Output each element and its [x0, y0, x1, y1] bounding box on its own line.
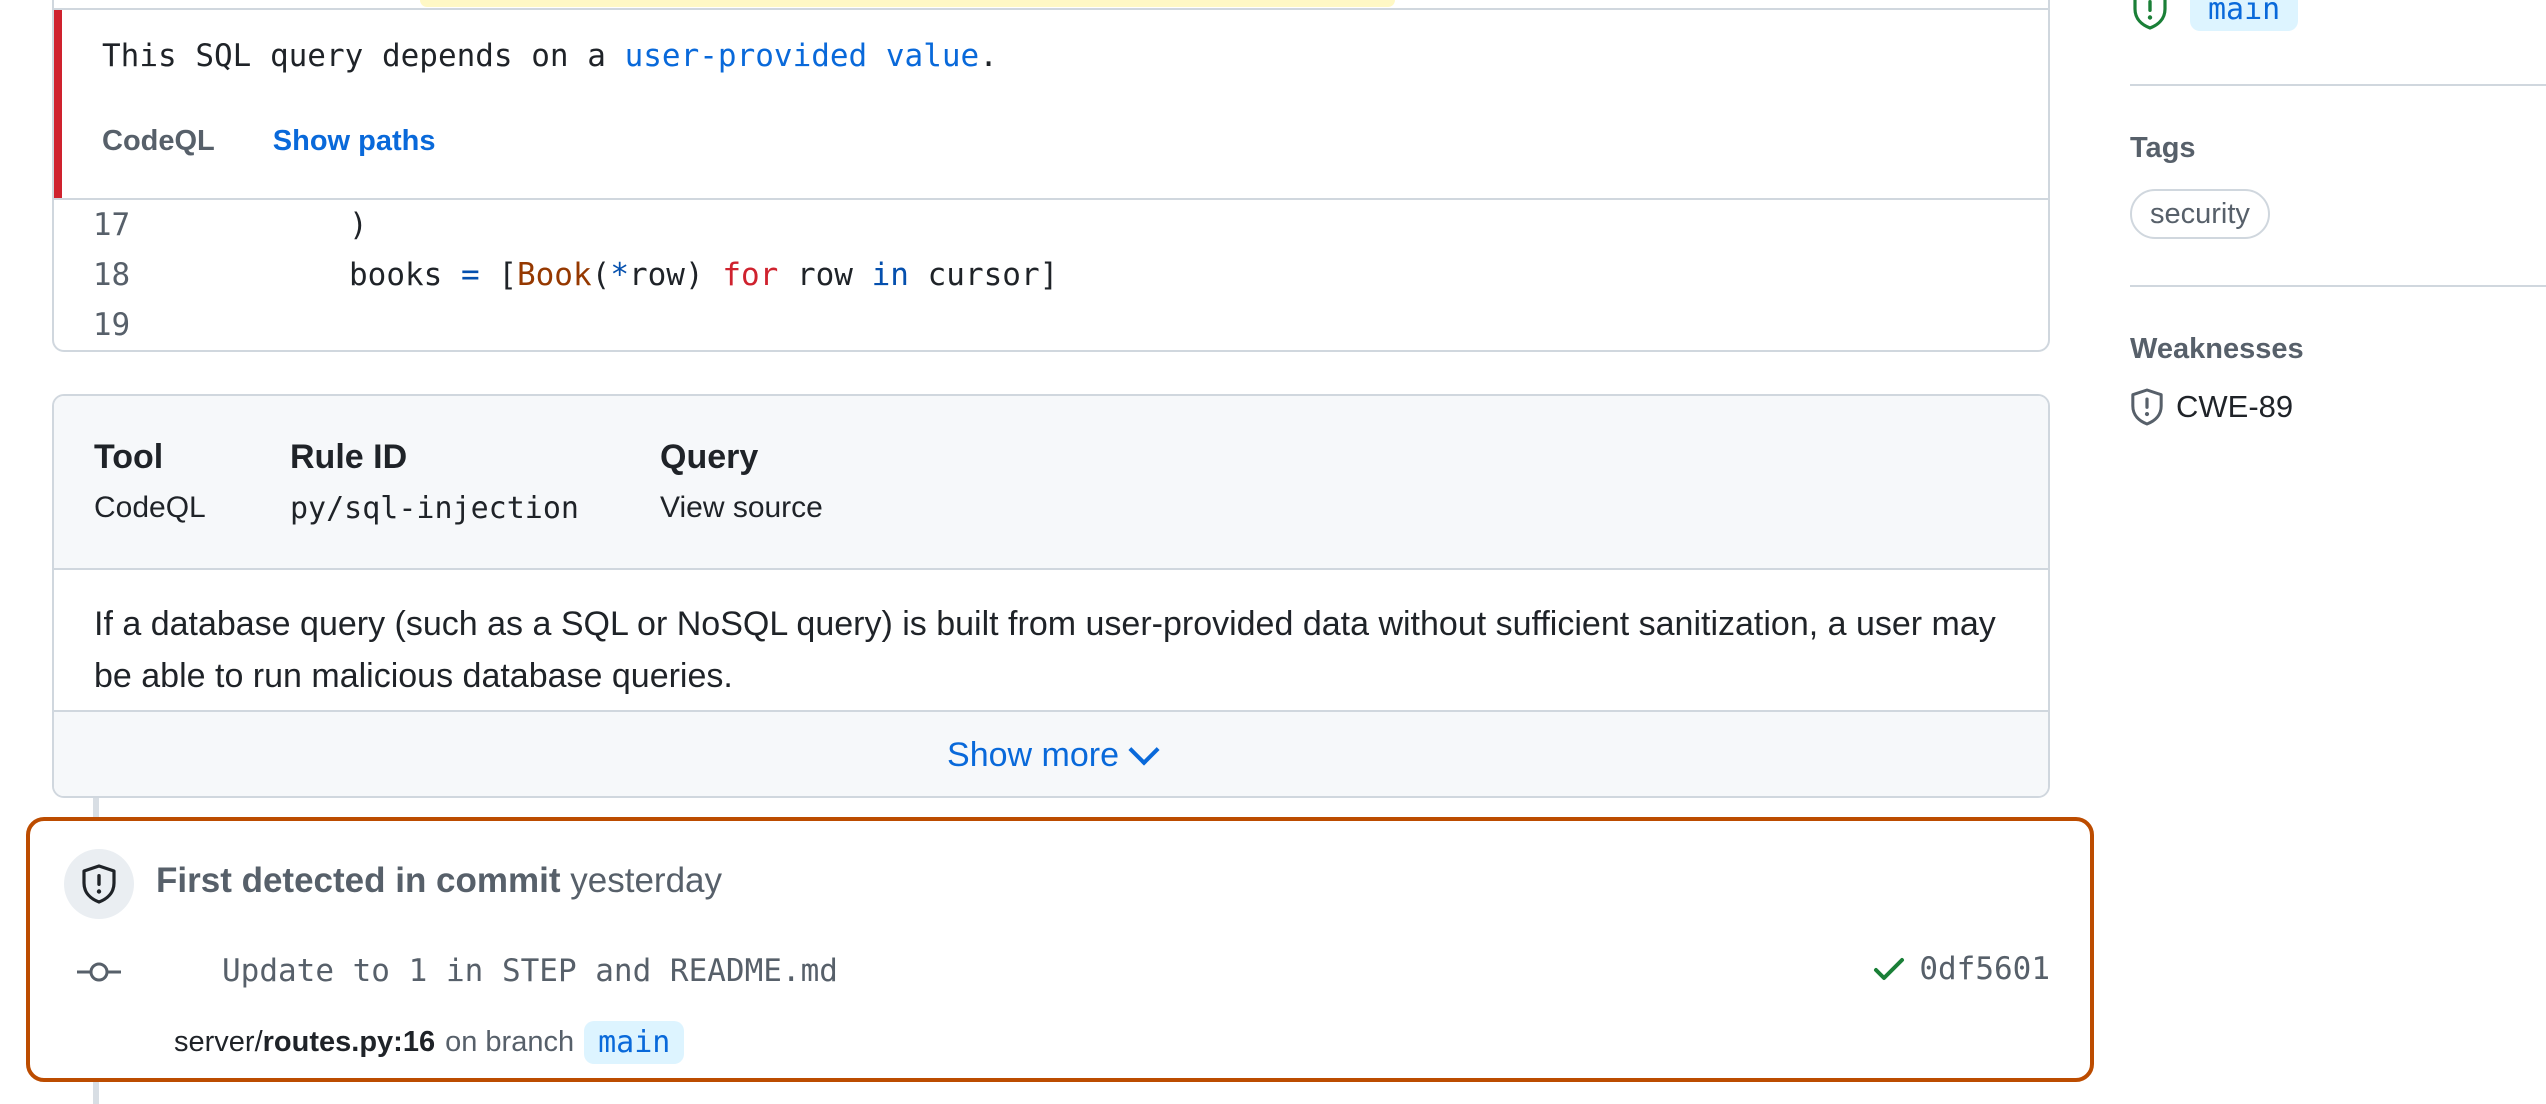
detected-time: yesterday — [570, 861, 723, 900]
alert-tool-name: CodeQL — [102, 125, 215, 157]
alert-annotation: This SQL query depends on a user-provide… — [54, 8, 2048, 200]
shield-alert-badge — [64, 849, 134, 919]
code-snippet-panel: This SQL query depends on a user-provide… — [52, 0, 2050, 352]
file-location: server/routes.py:16 on branch main — [174, 1021, 685, 1064]
tag-security[interactable]: security — [2130, 189, 2270, 239]
show-more-button[interactable]: Show more — [54, 712, 2048, 796]
git-commit-icon — [77, 962, 121, 982]
query-label: Query — [660, 438, 759, 476]
commit-message-link[interactable]: Update to 1 in STEP and README.md — [222, 953, 838, 989]
query-column: Query View source — [660, 438, 823, 525]
file-dir: server/ — [174, 1026, 263, 1058]
code-line: 17 ) — [54, 200, 2048, 250]
line-number[interactable]: 19 — [54, 307, 169, 343]
sidebar-divider — [2130, 285, 2546, 287]
commit-sha-group: 0df5601 — [1873, 951, 2050, 987]
alert-message-end: . — [979, 38, 998, 74]
alert-footer: CodeQL Show paths — [102, 125, 436, 158]
tool-label: Tool — [94, 438, 164, 476]
check-icon — [1874, 958, 1905, 980]
sidebar-branch-row: main — [2130, 0, 2299, 31]
show-more-label: Show more — [947, 735, 1119, 774]
tool-column: Tool CodeQL — [94, 438, 206, 525]
line-number[interactable]: 17 — [54, 207, 169, 243]
rule-info-header: Tool CodeQL Rule ID py/sql-injection Que… — [54, 396, 2048, 570]
code-text-highlighted: books = [Book(*row) for row in cursor] — [349, 257, 1059, 293]
alert-message: This SQL query depends on a user-provide… — [102, 38, 998, 74]
commit-sha-link[interactable]: 0df5601 — [1919, 951, 2050, 987]
code-line: 19 — [54, 300, 2048, 350]
weaknesses-label: Weaknesses — [2130, 333, 2304, 365]
weakness-cwe-link[interactable]: CWE-89 — [2176, 389, 2293, 425]
detected-title: First detected in commit yesterday — [156, 861, 722, 901]
view-source-link[interactable]: View source — [660, 491, 823, 525]
shield-alert-icon — [82, 864, 116, 904]
user-provided-value-link[interactable]: user-provided value — [625, 38, 980, 74]
tags-label: Tags — [2130, 132, 2196, 164]
sidebar-divider — [2130, 84, 2546, 86]
shield-alert-icon — [2131, 388, 2163, 426]
alert-message-text: This SQL query depends on a — [102, 38, 625, 74]
tool-value: CodeQL — [94, 491, 206, 524]
rule-id-label: Rule ID — [290, 438, 408, 476]
detected-title-bold: First detected in commit — [156, 861, 561, 900]
rule-id-column: Rule ID py/sql-injection — [290, 438, 579, 526]
file-name-line: routes.py:16 — [262, 1026, 436, 1058]
rule-info-panel: Tool CodeQL Rule ID py/sql-injection Que… — [52, 394, 2050, 798]
sidebar-branch-badge[interactable]: main — [2190, 0, 2299, 31]
first-detected-section: First detected in commit yesterday Updat… — [26, 817, 2094, 1082]
chevron-down-icon — [1128, 734, 1160, 766]
file-path-link[interactable]: server/routes.py:16 — [174, 1026, 435, 1059]
code-lines: 17 ) 18 books = [Book(*row) for row in c… — [54, 200, 2048, 350]
on-branch-text: on branch — [445, 1026, 575, 1058]
code-text: ) — [349, 207, 368, 243]
shield-check-icon — [2133, 0, 2167, 30]
alert-severity-bar — [54, 10, 62, 198]
branch-badge[interactable]: main — [584, 1021, 685, 1064]
line-number[interactable]: 18 — [54, 257, 169, 293]
rule-description: If a database query (such as a SQL or No… — [54, 570, 2048, 712]
rule-id-value: py/sql-injection — [290, 491, 579, 526]
code-line: 18 books = [Book(*row) for row in cursor… — [54, 250, 2048, 300]
show-paths-link[interactable]: Show paths — [273, 125, 436, 158]
weakness-item: CWE-89 — [2130, 388, 2293, 426]
